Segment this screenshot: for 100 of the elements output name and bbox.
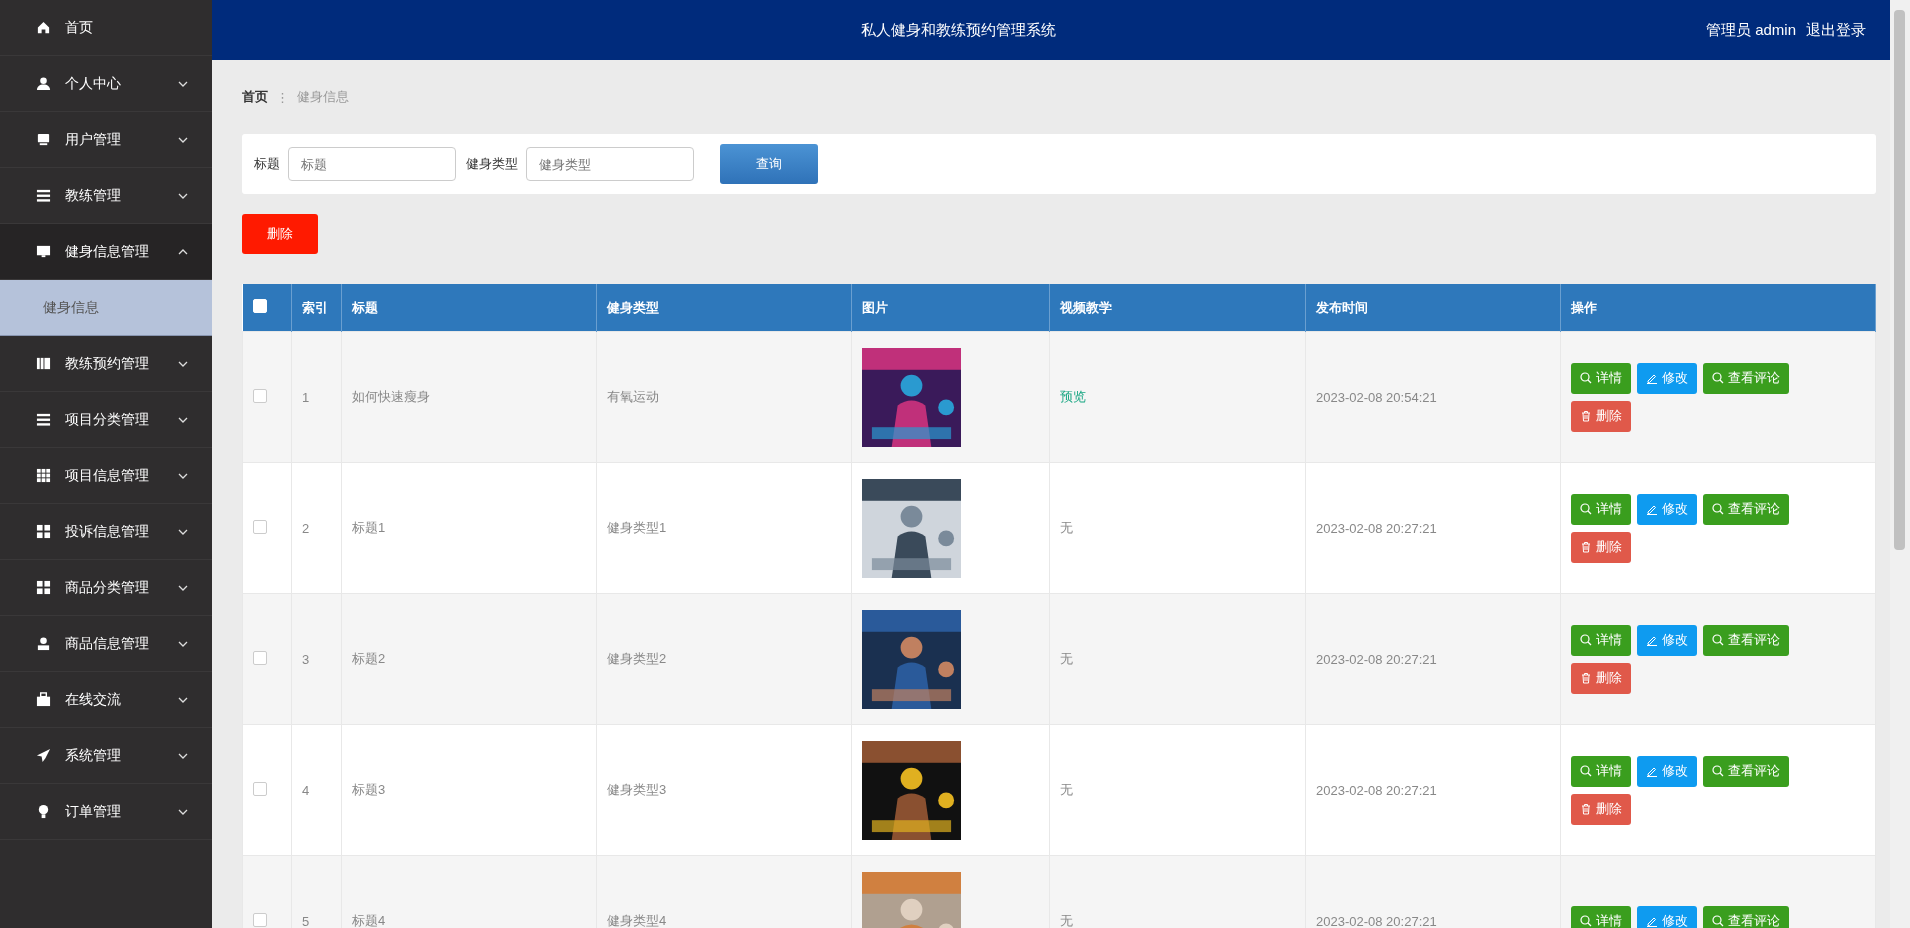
table-cell: 标题4 [341, 855, 597, 928]
checkbox[interactable] [253, 912, 267, 927]
delete-button[interactable]: 删除 [1571, 662, 1631, 694]
detail-button[interactable]: 详情 [1571, 755, 1631, 787]
sidebar-item[interactable]: 项目信息管理 [0, 448, 212, 504]
column-header: 发布时间 [1305, 284, 1561, 332]
logout-link[interactable]: 退出登录 [1806, 20, 1866, 40]
column-header: 健身类型 [596, 284, 852, 332]
sidebar-item[interactable]: 健身信息管理 [0, 224, 212, 280]
trash-icon [1580, 803, 1592, 815]
search-icon [1580, 372, 1592, 384]
table-cell: 有氧运动 [596, 331, 852, 463]
checkbox[interactable] [253, 781, 267, 796]
search-icon [1580, 634, 1592, 646]
list-icon [36, 412, 51, 427]
sidebar-item[interactable]: 投诉信息管理 [0, 504, 212, 560]
detail-button[interactable]: 详情 [1571, 362, 1631, 394]
table-cell: 2023-02-08 20:27:21 [1305, 855, 1561, 928]
sidebar-item[interactable]: 商品信息管理 [0, 616, 212, 672]
home-icon [36, 20, 51, 35]
grid-icon [36, 468, 51, 483]
input-field[interactable]: 标题 [288, 147, 456, 181]
checkbox[interactable] [253, 519, 267, 534]
trash-icon [1580, 541, 1592, 553]
sidebar-item[interactable]: 个人中心 [0, 56, 212, 112]
table-cell: 5 [291, 855, 342, 928]
field-label: 健身类型 [466, 155, 518, 173]
delete-button[interactable]: 删除 [1571, 531, 1631, 563]
table-cell: 健身类型4 [596, 855, 852, 928]
preview-link[interactable]: 预览 [1060, 389, 1086, 404]
video-cell: 无 [1060, 782, 1073, 797]
edit-button[interactable]: 修改 [1637, 755, 1697, 787]
grid-icon [36, 524, 51, 539]
search-icon [1712, 503, 1724, 515]
user-name: 管理员 admin [1705, 20, 1796, 40]
table-cell: 2023-02-08 20:54:21 [1305, 331, 1561, 463]
edit-button[interactable]: 修改 [1637, 624, 1697, 656]
pencil-icon [1646, 765, 1658, 777]
sidebar-item[interactable]: 商品分类管理 [0, 560, 212, 616]
sidebar-item[interactable]: 项目分类管理 [0, 392, 212, 448]
table-cell: 如何快速瘦身 [341, 331, 597, 463]
edit-button[interactable]: 修改 [1637, 362, 1697, 394]
lightbulb-icon [36, 804, 51, 819]
search-icon [1580, 765, 1592, 777]
checkbox[interactable] [253, 388, 267, 403]
search-icon [1712, 915, 1724, 927]
input-field[interactable]: 健身类型 [526, 147, 694, 181]
video-cell: 无 [1060, 520, 1073, 535]
edit-button[interactable]: 修改 [1637, 905, 1697, 928]
table-cell: 2023-02-08 20:27:21 [1305, 462, 1561, 594]
comment-button[interactable]: 查看评论 [1703, 493, 1789, 525]
comment-button[interactable]: 查看评论 [1703, 624, 1789, 656]
column-header: 视频教学 [1049, 284, 1306, 332]
sidebar-item[interactable]: 系统管理 [0, 728, 212, 784]
pencil-icon [1646, 372, 1658, 384]
breadcrumb-separator: ⋮ [276, 89, 289, 105]
detail-button[interactable]: 详情 [1571, 905, 1631, 928]
search-button[interactable]: 查询 [720, 144, 818, 184]
table-cell: 2 [291, 462, 342, 594]
paper-plane-icon [36, 748, 51, 763]
checkbox[interactable] [253, 650, 267, 665]
detail-button[interactable]: 详情 [1571, 624, 1631, 656]
delete-button[interactable]: 删除 [242, 214, 318, 254]
table-cell: 标题1 [341, 462, 597, 594]
sidebar-item[interactable]: 在线交流 [0, 672, 212, 728]
user-icon [36, 76, 51, 91]
delete-button[interactable]: 删除 [1571, 793, 1631, 825]
video-cell: 无 [1060, 913, 1073, 928]
column-header: 图片 [851, 284, 1050, 332]
column-header: 操作 [1560, 284, 1876, 332]
list-icon [36, 188, 51, 203]
table-cell: 2023-02-08 20:27:21 [1305, 724, 1561, 856]
sidebar-item[interactable]: 用户管理 [0, 112, 212, 168]
search-icon [1712, 765, 1724, 777]
sidebar-item[interactable]: 订单管理 [0, 784, 212, 840]
search-icon [1580, 915, 1592, 927]
app-title: 私人健身和教练预约管理系统 [860, 20, 1058, 40]
trash-icon [1580, 672, 1592, 684]
delete-button[interactable]: 删除 [1571, 400, 1631, 432]
table-cell: 标题3 [341, 724, 597, 856]
breadcrumb-item[interactable]: 首页 [242, 88, 268, 106]
briefcase-icon [36, 692, 51, 707]
table-cell: 1 [291, 331, 342, 463]
detail-button[interactable]: 详情 [1571, 493, 1631, 525]
scrollbar-thumb[interactable] [1894, 10, 1905, 550]
comment-button[interactable]: 查看评论 [1703, 755, 1789, 787]
pencil-icon [1646, 915, 1658, 927]
comment-button[interactable]: 查看评论 [1703, 362, 1789, 394]
comment-button[interactable]: 查看评论 [1703, 905, 1789, 928]
table-cell: 标题2 [341, 593, 597, 725]
table-cell: 健身类型2 [596, 593, 852, 725]
edit-button[interactable]: 修改 [1637, 493, 1697, 525]
column-header: 标题 [341, 284, 597, 332]
table-cell: 4 [291, 724, 342, 856]
sidebar-subitem[interactable]: 健身信息 [0, 280, 212, 336]
pencil-icon [1646, 503, 1658, 515]
user-icon [36, 636, 51, 651]
sidebar-item[interactable]: 教练预约管理 [0, 336, 212, 392]
table-cell: 健身类型1 [596, 462, 852, 594]
table-cell: 3 [291, 593, 342, 725]
